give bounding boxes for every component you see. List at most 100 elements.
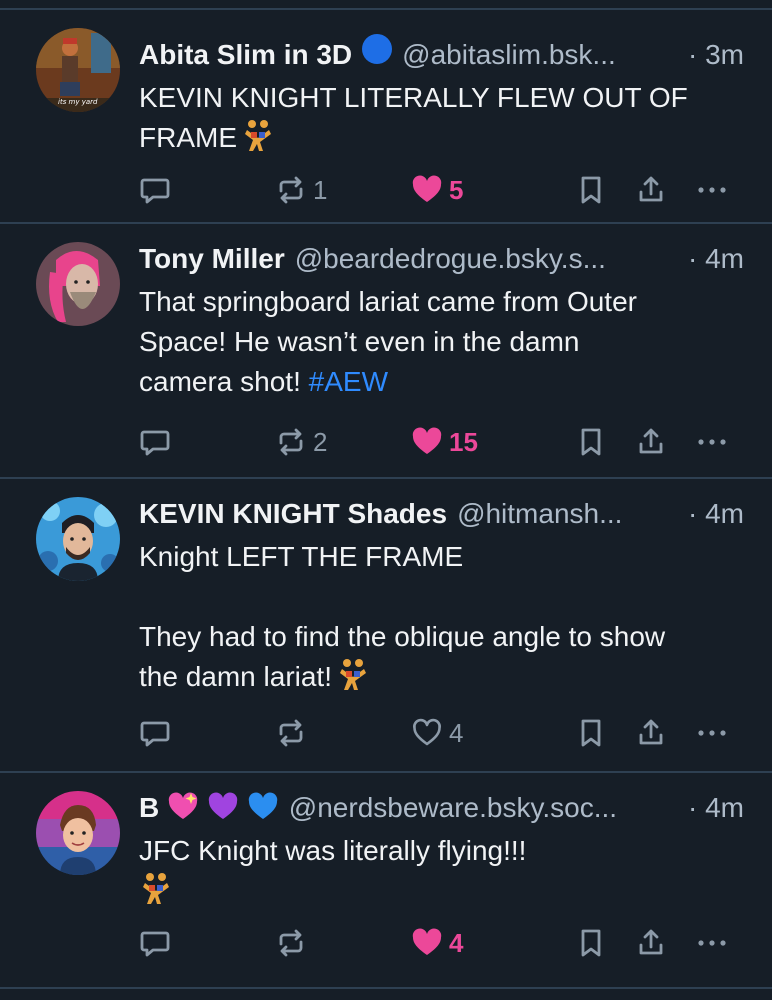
more-icon	[698, 730, 726, 736]
divider	[0, 987, 772, 989]
text-line: That springboard lariat came from Outer	[139, 286, 637, 317]
like-button[interactable]: 4	[411, 715, 463, 751]
share-icon	[639, 428, 663, 454]
text-line: camera shot!	[139, 366, 301, 397]
post-time[interactable]: · 4m	[688, 242, 744, 276]
bookmark-icon	[581, 929, 601, 957]
post-2[interactable]: Tony Miller @beardedrogue.bsky.s... · 4m…	[0, 224, 772, 477]
wrestlers-emoji-icon	[139, 871, 173, 916]
reply-icon	[140, 178, 170, 204]
post-text: KEVIN KNIGHT LITERALLY FLEW OUT OF FRAME	[139, 78, 744, 163]
purple-heart-emoji-icon	[208, 792, 238, 819]
share-button[interactable]	[635, 424, 667, 460]
avatar[interactable]	[36, 791, 120, 875]
post-text: JFC Knight was literally flying!!!	[139, 831, 744, 916]
repost-icon	[279, 176, 303, 204]
avatar[interactable]	[36, 242, 120, 326]
share-icon	[639, 929, 663, 955]
repost-icon	[279, 719, 303, 747]
sparkling-heart-emoji-icon	[169, 792, 198, 819]
post-time[interactable]: · 4m	[688, 791, 744, 825]
wrestlers-emoji-icon	[241, 118, 275, 163]
author-handle[interactable]: @hitmansh...	[457, 497, 676, 531]
author-name[interactable]: Tony Miller	[139, 242, 285, 276]
repost-button[interactable]	[275, 925, 313, 961]
avatar[interactable]	[36, 497, 120, 581]
repost-icon	[279, 428, 303, 456]
reply-button[interactable]	[139, 715, 177, 751]
text-line: FRAME	[139, 122, 237, 153]
reply-button[interactable]	[139, 925, 177, 961]
bookmark-button[interactable]	[575, 424, 607, 460]
avatar-caption: its my yard	[58, 98, 98, 106]
more-options-button[interactable]	[695, 424, 729, 460]
text-line: KEVIN KNIGHT LITERALLY FLEW OUT OF	[139, 82, 688, 113]
post-feed: its my yard Abita Slim in 3D @abitaslim.…	[0, 8, 772, 989]
bookmark-icon	[581, 428, 601, 456]
reply-icon	[140, 721, 170, 747]
more-icon	[698, 187, 726, 193]
text-line: They had to find the oblique angle to sh…	[139, 621, 666, 652]
reply-button[interactable]	[139, 424, 177, 460]
bookmark-icon	[581, 176, 601, 204]
heart-filled-icon	[412, 175, 442, 202]
text-line: JFC Knight was literally flying!!!	[139, 835, 527, 866]
avatar[interactable]: its my yard	[36, 28, 120, 112]
author-handle[interactable]: @nerdsbeware.bsky.soc...	[289, 791, 676, 825]
heart-outline-icon	[413, 718, 441, 746]
text-line: Space! He wasn’t even in the damn	[139, 326, 580, 357]
post-1[interactable]: its my yard Abita Slim in 3D @abitaslim.…	[0, 10, 772, 222]
repost-count: 2	[313, 426, 328, 457]
bookmark-button[interactable]	[575, 715, 607, 751]
bookmark-button[interactable]	[575, 172, 607, 208]
heart-filled-icon	[412, 427, 442, 454]
like-button[interactable]: 5	[411, 172, 463, 208]
like-button[interactable]: 4	[411, 925, 463, 961]
wrestlers-emoji-icon	[336, 657, 370, 702]
hashtag-link[interactable]: #AEW	[309, 366, 388, 397]
share-icon	[639, 176, 663, 202]
post-3[interactable]: KEVIN KNIGHT Shades @hitmansh... · 4m Kn…	[0, 479, 772, 771]
text-line: Knight LEFT THE FRAME	[139, 541, 464, 572]
repost-icon	[279, 929, 303, 957]
author-name[interactable]: Abita Slim in 3D	[139, 38, 352, 72]
repost-button[interactable]: 2	[275, 424, 327, 460]
post-time[interactable]: · 3m	[688, 38, 744, 72]
author-name[interactable]: KEVIN KNIGHT Shades	[139, 497, 447, 531]
reply-button[interactable]	[139, 172, 177, 208]
author-handle[interactable]: @beardedrogue.bsky.s...	[295, 242, 676, 276]
blue-heart-emoji-icon	[248, 792, 278, 819]
post-4[interactable]: B @nerdsbeware.bsky.soc... · 4m JFC Knig…	[0, 773, 772, 987]
heart-filled-icon	[412, 928, 442, 955]
reply-icon	[140, 931, 170, 957]
repost-button[interactable]	[275, 715, 313, 751]
share-button[interactable]	[635, 715, 667, 751]
more-options-button[interactable]	[695, 172, 729, 208]
repost-button[interactable]: 1	[275, 172, 327, 208]
more-icon	[698, 940, 726, 946]
post-text: That springboard lariat came from Outer …	[139, 282, 744, 402]
like-count: 15	[449, 426, 478, 457]
verified-badge-icon	[362, 34, 393, 64]
bookmark-button[interactable]	[575, 925, 607, 961]
like-count: 4	[449, 717, 464, 748]
more-icon	[698, 439, 726, 445]
repost-count: 1	[313, 174, 328, 205]
like-button[interactable]: 15	[411, 424, 478, 460]
share-button[interactable]	[635, 925, 667, 961]
author-name[interactable]: B	[139, 791, 159, 825]
text-line	[139, 581, 147, 612]
post-time[interactable]: · 4m	[688, 497, 744, 531]
bookmark-icon	[581, 719, 601, 747]
author-handle[interactable]: @abitaslim.bsk...	[402, 38, 676, 72]
share-icon	[639, 719, 663, 745]
like-count: 5	[449, 174, 464, 205]
text-line: the damn lariat!	[139, 661, 332, 692]
like-count: 4	[449, 927, 464, 958]
more-options-button[interactable]	[695, 715, 729, 751]
name-emojis	[167, 791, 279, 825]
more-options-button[interactable]	[695, 925, 729, 961]
reply-icon	[140, 430, 170, 456]
share-button[interactable]	[635, 172, 667, 208]
post-text: Knight LEFT THE FRAME They had to find t…	[139, 537, 744, 702]
